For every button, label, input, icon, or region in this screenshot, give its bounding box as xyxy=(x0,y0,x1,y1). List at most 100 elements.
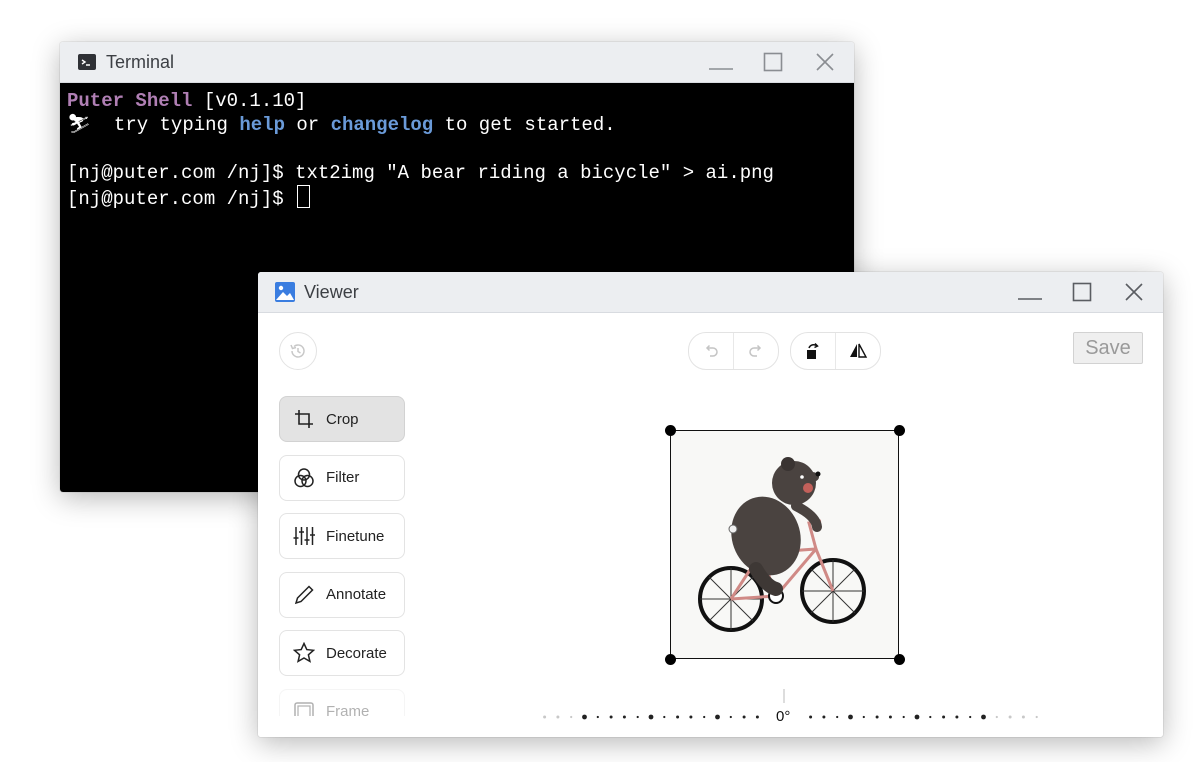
minimize-icon xyxy=(709,68,733,70)
crop-handle-top-left[interactable] xyxy=(664,424,676,436)
star-icon xyxy=(291,640,317,666)
prompt: [nj@puter.com /nj]$ xyxy=(67,162,296,184)
minimize-button[interactable] xyxy=(706,47,736,77)
undo-button[interactable] xyxy=(689,333,733,369)
maximize-icon xyxy=(763,52,783,72)
rotation-tick xyxy=(809,715,813,719)
terminal-title: Terminal xyxy=(106,51,175,72)
rotation-tick xyxy=(622,715,626,719)
tool-sidebar: Crop Filter Finetune Annotate Decorate F… xyxy=(279,396,407,716)
rotation-tick xyxy=(1035,715,1038,719)
hint-prefix: ⛷ try typing xyxy=(67,114,240,136)
terminal-line: Puter Shell [v0.1.10] xyxy=(67,89,847,113)
rotation-tick xyxy=(676,715,680,719)
maximize-icon xyxy=(1072,282,1092,302)
rotation-tick xyxy=(902,715,905,719)
rotate-flip-group xyxy=(790,332,881,370)
shell-name: Puter Shell xyxy=(67,90,193,112)
tool-label: Decorate xyxy=(326,644,387,662)
crop-handle-bottom-left[interactable] xyxy=(664,653,676,665)
history-button[interactable] xyxy=(279,332,317,370)
tool-frame[interactable]: Frame xyxy=(279,688,405,716)
flip-horizontal-button[interactable] xyxy=(835,333,880,369)
tool-label: Filter xyxy=(326,469,360,486)
viewer-title: Viewer xyxy=(304,281,359,302)
hint-mid: or xyxy=(284,114,331,136)
viewer-app-icon xyxy=(274,281,296,303)
minimize-button[interactable] xyxy=(1015,277,1045,307)
terminal-line: [nj@puter.com /nj]$ xyxy=(67,185,847,210)
rotation-tick xyxy=(543,715,547,719)
pencil-icon xyxy=(291,582,317,608)
rotation-tick xyxy=(609,715,613,719)
undo-redo-group xyxy=(688,332,779,370)
rotation-tick xyxy=(729,715,732,719)
rotation-tick xyxy=(981,714,986,720)
hint-suffix: to get started. xyxy=(433,114,616,136)
hint-changelog-command: changelog xyxy=(330,114,434,136)
close-button[interactable] xyxy=(810,47,840,77)
tool-label: Finetune xyxy=(326,527,385,545)
tool-annotate[interactable]: Annotate xyxy=(279,571,405,618)
rotate-left-icon xyxy=(807,342,819,359)
terminal-app-icon xyxy=(76,51,98,73)
rotation-tick xyxy=(995,715,998,719)
rotation-value: 0° xyxy=(776,708,791,725)
close-icon xyxy=(816,53,834,71)
redo-button[interactable] xyxy=(733,333,778,369)
rotate-left-button[interactable] xyxy=(791,333,835,369)
close-icon xyxy=(1125,283,1143,301)
close-button[interactable] xyxy=(1119,277,1149,307)
rotation-slider[interactable]: 0° xyxy=(528,683,1048,725)
shell-version: [v0.1.10] xyxy=(192,90,307,112)
tool-finetune[interactable]: Finetune xyxy=(279,513,405,559)
undo-icon xyxy=(705,344,718,357)
rotation-tick xyxy=(715,714,720,720)
rotation-tick xyxy=(942,715,946,719)
rotation-tick xyxy=(570,715,573,719)
save-button[interactable]: Save xyxy=(1073,332,1143,364)
crop-area[interactable] xyxy=(664,424,905,665)
terminal-line: [nj@puter.com /nj]$ txt2img "A bear ridi… xyxy=(67,161,847,185)
tool-label: Annotate xyxy=(326,586,387,603)
maximize-button[interactable] xyxy=(1067,277,1097,307)
prompt: [nj@puter.com /nj]$ xyxy=(67,188,296,210)
rotation-tick xyxy=(929,715,932,719)
command-text: txt2img "A bear riding a bicycle" > ai.p… xyxy=(295,162,774,184)
history-icon xyxy=(290,344,305,358)
rotation-tick xyxy=(836,715,839,719)
crop-handle-bottom-right[interactable] xyxy=(893,653,905,665)
viewer-titlebar[interactable]: Viewer xyxy=(258,272,1163,313)
rotation-tick xyxy=(663,715,666,719)
viewer-window[interactable]: Viewer Save Crop Filter Finetune Annotat… xyxy=(258,272,1163,737)
crop-handle-top-right[interactable] xyxy=(893,424,905,436)
filter-icon xyxy=(291,465,317,491)
rotation-tick xyxy=(862,715,865,719)
sliders-icon xyxy=(291,523,317,549)
terminal-titlebar[interactable]: Terminal xyxy=(60,42,854,83)
tool-label: Frame xyxy=(326,703,370,716)
tool-label: Crop xyxy=(326,410,359,428)
rotation-tick xyxy=(582,714,587,720)
rotation-tick xyxy=(1021,715,1025,719)
viewer-body: Save Crop Filter Finetune Annotate Decor… xyxy=(258,313,1163,737)
tool-crop[interactable]: Crop xyxy=(279,396,405,442)
rotation-tick xyxy=(596,715,599,719)
terminal-cursor[interactable] xyxy=(297,185,311,208)
rotation-tick xyxy=(955,715,959,719)
rotation-tick xyxy=(755,715,759,719)
rotation-tick xyxy=(703,715,706,719)
rotation-tick xyxy=(848,714,853,720)
rotation-tick xyxy=(888,715,892,719)
rotation-tick xyxy=(556,715,560,719)
maximize-button[interactable] xyxy=(758,47,788,77)
tool-filter[interactable]: Filter xyxy=(279,454,405,501)
rotation-tick xyxy=(742,715,746,719)
redo-icon xyxy=(749,344,762,357)
hint-help-command: help xyxy=(239,114,285,136)
rotation-tick xyxy=(689,715,693,719)
tool-decorate[interactable]: Decorate xyxy=(279,630,405,676)
frame-icon xyxy=(291,699,317,716)
rotation-tick xyxy=(1008,715,1012,719)
